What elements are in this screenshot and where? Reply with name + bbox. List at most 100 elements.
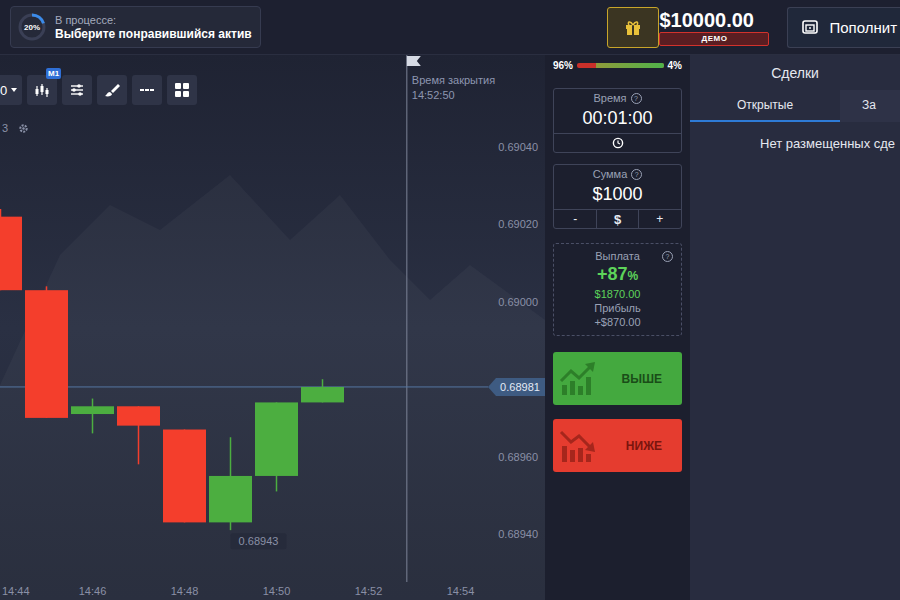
decor: [562, 385, 567, 395]
deposit-button[interactable]: Пополнит: [787, 7, 900, 48]
drawing-button[interactable]: [97, 75, 127, 105]
timeframe-button[interactable]: 0: [0, 75, 22, 105]
candle: [71, 399, 114, 434]
payout-box: Выплата?+87%$1870.00Прибыль+$870.00: [553, 243, 682, 336]
layout-button[interactable]: [167, 75, 197, 105]
backdrop: [0, 175, 545, 600]
candle-wick: [92, 399, 94, 434]
time-tick: 14:54: [447, 585, 475, 597]
time-label-row: Время?: [554, 89, 681, 105]
deposit-label: Пополнит: [829, 19, 897, 36]
decor: [183, 83, 189, 89]
deals-panel: СделкиОткрытыеЗаНет размещенных сде: [690, 55, 900, 600]
decor: [803, 21, 817, 33]
chart[interactable]: 0.690400.690200.690000.689600.6894014:44…: [0, 55, 545, 600]
lower-button[interactable]: НИЖЕ: [553, 419, 682, 472]
timeframe-badge: M1: [46, 68, 61, 79]
info-icon: ?: [662, 251, 673, 262]
price-tick: 0.68960: [498, 451, 538, 463]
sentiment: 96%4%: [553, 57, 682, 74]
candles-icon: [33, 82, 51, 98]
amount-button[interactable]: $: [596, 210, 638, 228]
main: 0.690400.690200.690000.689600.6894014:44…: [0, 55, 900, 600]
decor: [613, 138, 622, 147]
decor: [806, 25, 814, 31]
close-time-label: Время закрытия14:52:50: [412, 73, 495, 103]
task-title: В процессе:: [55, 13, 252, 27]
chart-type-button[interactable]: M1: [27, 75, 57, 105]
sliders-icon: [69, 82, 85, 98]
info-icon: ?: [631, 93, 642, 104]
time-picker[interactable]: [554, 133, 681, 152]
time-tick: 14:50: [263, 585, 291, 597]
amount-field[interactable]: $1000: [554, 181, 681, 209]
candle-body: [0, 217, 22, 291]
candle: [255, 402, 298, 491]
decor: [140, 89, 144, 91]
deals-tabs: Открытые За: [690, 90, 900, 122]
time-box: Время?00:01:00: [553, 88, 682, 153]
amount-button[interactable]: -: [554, 210, 596, 228]
candle-body: [25, 290, 68, 418]
price-tick: 0.69000: [498, 296, 538, 308]
direction-label: НИЖЕ: [626, 439, 662, 453]
decor: [150, 89, 154, 91]
gift-button[interactable]: [607, 7, 659, 48]
amount-button[interactable]: +: [639, 210, 681, 228]
trade-panel: 96%4%Время?00:01:00Сумма?$1000-$+Выплата…: [545, 55, 690, 600]
deals-tab-label: Открытые: [737, 98, 793, 112]
payout-percent-sign: %: [627, 269, 638, 283]
deals-empty: Нет размещенных сде: [690, 122, 900, 151]
indicator-label: 3: [2, 122, 8, 134]
chart-canvas: 0.690400.690200.690000.689600.6894014:44…: [0, 55, 545, 600]
decor: [41, 86, 44, 92]
settings-button[interactable]: [62, 75, 92, 105]
decor: [810, 27, 811, 29]
candle-body: [255, 402, 298, 476]
decor: [561, 432, 591, 448]
profit-value: +$870.00: [554, 315, 681, 329]
decor: [175, 91, 181, 97]
task-text: В процессе:Выберите понравившийся актив: [55, 13, 252, 42]
higher-button[interactable]: ВЫШЕ: [553, 352, 682, 405]
indicator-row: 3: [2, 122, 29, 134]
close-time-value: 14:52:50: [412, 88, 495, 103]
gear-icon[interactable]: [18, 123, 29, 134]
task-subtitle: Выберите понравившийся актив: [55, 27, 252, 42]
candle: [117, 406, 160, 464]
candle-body: [301, 387, 344, 402]
decor: [578, 448, 583, 462]
balance: $10000.00ДЕМО: [659, 9, 769, 46]
sentiment-down: 4%: [668, 60, 682, 71]
task-widget[interactable]: 20% В процессе:Выберите понравившийся акт…: [10, 6, 261, 48]
chart-up-icon: [559, 361, 599, 397]
time-tick: 14:46: [79, 585, 107, 597]
lines-button[interactable]: [132, 75, 162, 105]
close-time-title: Время закрытия: [412, 73, 495, 88]
progress-text: 20%: [17, 12, 47, 42]
decor: [632, 25, 634, 35]
deals-tab[interactable]: Открытые: [690, 90, 840, 122]
decor: [11, 88, 17, 92]
price-tick: 0.69040: [498, 141, 538, 153]
decor: [20, 125, 26, 131]
flag-icon: [407, 56, 421, 66]
demo-badge[interactable]: ДЕМО: [659, 32, 769, 46]
decor: [586, 454, 591, 462]
sentiment-fill: [596, 63, 663, 68]
decor: [36, 89, 39, 94]
current-price-label: 0.68981: [500, 381, 540, 393]
decor: [46, 90, 49, 94]
decor: [22, 127, 24, 129]
deals-tab[interactable]: За: [840, 90, 900, 122]
candle-body: [71, 406, 114, 414]
wallet-icon: [801, 18, 819, 36]
low-marker-box: [231, 533, 287, 549]
time-tick: 14:48: [171, 585, 199, 597]
amount-label-row: Сумма?: [554, 165, 681, 181]
time-field[interactable]: 00:01:00: [554, 105, 681, 133]
payout-percent-value: +87: [597, 264, 628, 284]
info-icon: ?: [631, 169, 642, 180]
gift-icon: [624, 18, 642, 36]
price-tick: 0.68940: [498, 528, 538, 540]
